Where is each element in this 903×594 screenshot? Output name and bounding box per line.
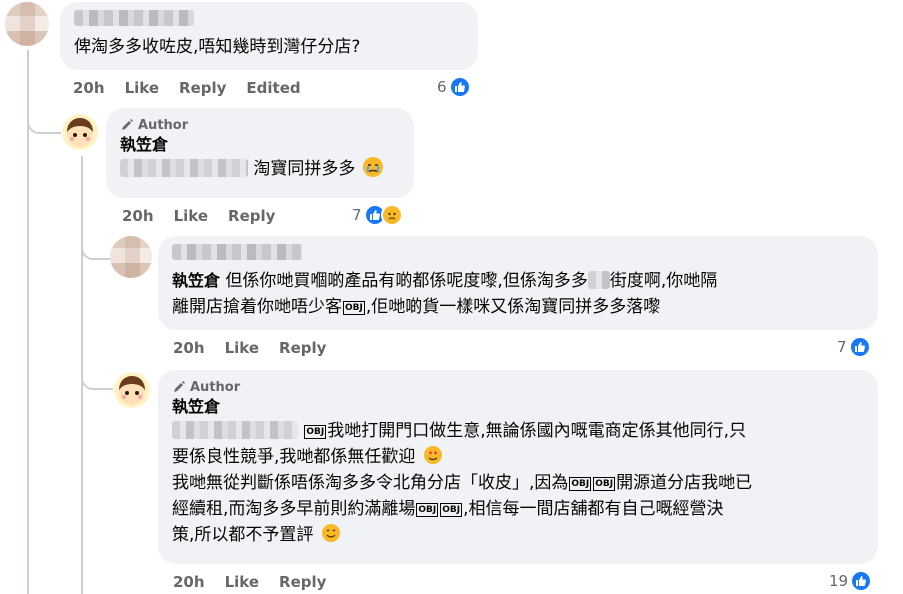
reaction-summary[interactable]: 6 [437,76,471,98]
object-replacement-glyph: OBJ [593,477,616,491]
reply-text-line3: 我哋無從判斷係唔係淘多多令北角分店「收皮」,因為 OBJ OBJ 開源道分店我哋已 [172,470,864,496]
reply-text: 淘寶同拼多多 [120,156,400,182]
like-button[interactable]: Like [225,339,259,357]
reply-button[interactable]: Reply [279,573,326,591]
avatar[interactable] [5,2,49,46]
thread-curve-reply1 [27,108,61,134]
commenter-name[interactable]: 執笠倉 [120,134,400,156]
object-replacement-glyph: OBJ [304,425,327,439]
like-button[interactable]: Like [125,79,159,97]
reaction-summary[interactable]: 19 [829,570,873,592]
reply-text-line5-body: 策,所以都不予置評 [172,525,314,545]
cartoon-avatar-icon [67,118,93,147]
reaction-count: 19 [829,572,849,590]
comment-text-line2a: 離開店搶着你哋唔少客 [172,297,342,317]
pencil-icon [122,119,133,130]
comment-text-line2b: ,佢哋啲貨一樣咪又係淘寶同拼多多落嚟 [365,297,661,317]
comment-text: 俾淘多多收咗皮,唔知幾時到灣仔分店? [74,34,464,60]
pencil-icon [174,381,185,392]
comment-bubble: 俾淘多多收咗皮,唔知幾時到灣仔分店? [60,2,478,70]
like-icon [448,76,471,98]
edited-label: Edited [246,79,301,97]
like-icon [848,336,871,358]
redacted-text [587,271,610,289]
commenter-name-redacted[interactable] [172,244,864,264]
comment-actions: 20h Like Reply Edited [73,79,301,97]
reply-actions: 20h Like Reply [122,207,275,225]
mention-link[interactable]: 執笠倉 [172,271,220,290]
heart-eyes-icon [423,445,443,465]
reply-bubble: Author 執笠倉 OBJ 我哋打開門口做生意,無論係國內嘅電商定係其他同行,只… [158,370,878,564]
commenter-name-redacted[interactable] [74,10,464,30]
reply-text-line2-body: 要係良性競爭,我哋都係無任歡迎 [172,447,416,467]
comment-text-line2: 離開店搶着你哋唔少客 OBJ ,佢哋啲貨一樣咪又係淘寶同拼多多落嚟 [172,294,864,320]
comment-time[interactable]: 20h [173,573,205,591]
like-button[interactable]: Like [174,207,208,225]
reply-text-line3b: 開源道分店我哋已 [616,473,753,493]
author-badge: Author [120,116,400,134]
reply-text-body: 淘寶同拼多多 [253,159,356,179]
reply-text-line4b: ,相信每一間店舖都有自己嘅經營決 [463,499,724,519]
reply-text-line4: 經續租,而淘多多早前則約滿離場 OBJ OBJ ,相信每一間店舖都有自己嘅經營決 [172,496,864,522]
reaction-count: 6 [437,78,447,96]
smile-icon [321,523,341,543]
reply-button[interactable]: Reply [179,79,226,97]
comment-text-line1a: 但係你哋買嗰啲產品有啲都係呢度嚟,但係淘多多 [225,271,588,291]
comment-text-line1b: 街度啊,你哋隔 [609,271,718,291]
reply-actions: 20h Like Reply [173,573,326,591]
thread-curve-reply2 [81,366,113,390]
reply-bubble: Author 執笠倉 淘寶同拼多多 [106,108,414,198]
comment-time[interactable]: 20h [122,207,154,225]
like-button[interactable]: Like [225,573,259,591]
comment-text: 執笠倉 但係你哋買嗰啲產品有啲都係呢度嚟,但係淘多多 街度啊,你哋隔 [172,268,864,294]
comment-time[interactable]: 20h [173,339,205,357]
reply-text-line2: 要係良性競爭,我哋都係無任歡迎 [172,444,864,470]
thread-line-main [27,50,29,594]
avatar[interactable] [114,372,150,408]
avatar[interactable] [62,114,98,150]
object-replacement-glyph: OBJ [343,301,365,315]
reply-text-line3a: 我哋無從判斷係唔係淘多多令北角分店「收皮」,因為 [172,473,569,493]
reply-button[interactable]: Reply [279,339,326,357]
object-replacement-glyph: OBJ [416,503,439,517]
comment-time[interactable]: 20h [73,79,105,97]
sad-icon [380,204,403,226]
commenter-name[interactable]: 執笠倉 [172,396,864,418]
reply-button[interactable]: Reply [228,207,275,225]
reply-text-line1-body: 我哋打開門口做生意,無論係國內嘅電商定係其他同行,只 [327,421,747,441]
reaction-count: 7 [837,338,847,356]
reply-text-line1: OBJ 我哋打開門口做生意,無論係國內嘅電商定係其他同行,只 [172,418,864,444]
cartoon-avatar-icon [119,376,145,405]
object-replacement-glyph: OBJ [440,503,463,517]
thread-curve-comment2 [81,236,113,260]
comment-actions: 20h Like Reply [173,339,326,357]
author-badge-label: Author [138,117,189,133]
author-badge-label: Author [190,379,241,395]
redacted-mention [120,159,248,177]
reaction-count: 7 [352,206,362,224]
comment-bubble: 執笠倉 但係你哋買嗰啲產品有啲都係呢度嚟,但係淘多多 街度啊,你哋隔 離開店搶着你… [158,236,878,330]
reaction-summary[interactable]: 7 [352,204,403,226]
comment-text-body: 俾淘多多收咗皮,唔知幾時到灣仔分店? [74,37,361,57]
like-icon [850,570,873,592]
author-badge: Author [172,378,864,396]
object-replacement-glyph: OBJ [569,477,592,491]
avatar[interactable] [110,236,152,278]
redacted-mention [172,421,298,439]
crying-icon [362,157,383,177]
reaction-summary[interactable]: 7 [837,336,871,358]
reply-text-line4a: 經續租,而淘多多早前則約滿離場 [172,499,416,519]
reply-text-line5: 策,所以都不予置評 [172,522,864,548]
